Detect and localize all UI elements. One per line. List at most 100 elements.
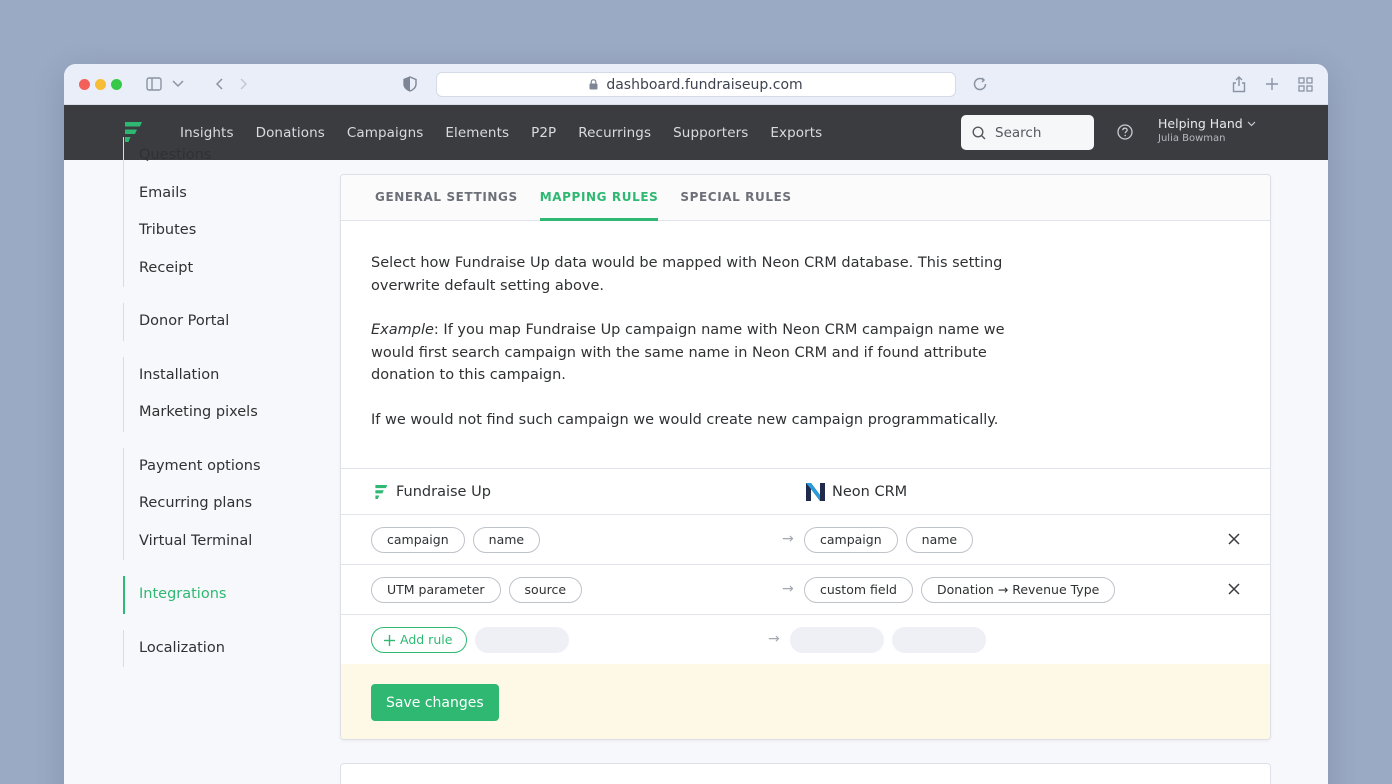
tab-mapping-rules[interactable]: MAPPING RULES [539, 175, 659, 221]
search-input[interactable] [995, 124, 1075, 141]
add-rule-row: Add rule → [341, 615, 1270, 665]
source-chip[interactable]: campaign [371, 527, 465, 553]
nav-item-exports[interactable]: Exports [770, 125, 822, 141]
search-box[interactable] [961, 115, 1094, 150]
arrow-right-icon: → [782, 581, 794, 597]
settings-sidebar: Questions Emails Tributes Receipt Donor … [123, 137, 323, 683]
search-icon [972, 125, 986, 139]
new-tab-icon[interactable] [1266, 74, 1278, 94]
sidebar-group-integrations: Integrations [123, 576, 323, 614]
nav-item-supporters[interactable]: Supporters [673, 125, 748, 141]
nav-item-recurrings[interactable]: Recurrings [578, 125, 651, 141]
empty-target-chip [892, 627, 986, 653]
fundraiseup-logo-icon [375, 484, 388, 499]
integration-settings-card: GENERAL SETTINGS MAPPING RULES SPECIAL R… [340, 174, 1271, 740]
sidebar-item-integrations[interactable]: Integrations [139, 576, 323, 614]
target-chip[interactable]: Donation → Revenue Type [920, 577, 1116, 603]
new-rule-target [790, 627, 986, 653]
source-chip[interactable]: name [472, 527, 541, 553]
arrow-right-icon: → [768, 631, 780, 647]
account-switcher[interactable]: Helping Hand Julia Bowman [1158, 116, 1256, 144]
plus-icon [384, 634, 395, 646]
add-rule-label: Add rule [400, 632, 453, 647]
source-field-chips: UTM parameter source [371, 577, 583, 603]
sidebar-group-portal: Donor Portal [123, 303, 323, 341]
account-name: Helping Hand [1158, 116, 1243, 131]
target-column-header: Neon CRM [805, 482, 907, 502]
back-icon[interactable] [215, 74, 223, 94]
source-column-header: Fundraise Up [374, 484, 491, 500]
save-bar: Save changes [341, 664, 1270, 739]
url-text: dashboard.fundraiseup.com [606, 76, 803, 93]
description-paragraph-3: If we would not find such campaign we wo… [371, 411, 999, 428]
forward-icon[interactable] [240, 74, 248, 94]
close-icon[interactable] [1228, 530, 1240, 549]
account-user: Julia Bowman [1158, 133, 1226, 144]
sidebar-item-recurring-plans[interactable]: Recurring plans [139, 485, 323, 523]
chevron-down-icon[interactable] [172, 74, 184, 94]
sidebar-group-installation: Installation Marketing pixels [123, 356, 323, 432]
sidebar-group-payments: Payment options Recurring plans Virtual … [123, 447, 323, 561]
nav-item-elements[interactable]: Elements [445, 125, 509, 141]
sidebar-item-payment-options[interactable]: Payment options [139, 448, 323, 486]
sidebar-item-donor-portal[interactable]: Donor Portal [139, 303, 323, 341]
sidebar-item-localization[interactable]: Localization [139, 630, 323, 668]
browser-window: dashboard.fundraiseup.com Insights Donat… [64, 64, 1328, 784]
reload-icon[interactable] [972, 74, 988, 94]
browser-chrome: dashboard.fundraiseup.com [64, 64, 1328, 105]
target-chip[interactable]: campaign [804, 527, 898, 553]
close-icon[interactable] [1228, 580, 1240, 599]
sidebar-group-localization: Localization [123, 629, 323, 668]
account-name-row: Helping Hand [1158, 116, 1256, 131]
arrow-right-icon: → [782, 531, 794, 547]
source-field-chips: campaign name [371, 527, 541, 553]
source-chip[interactable]: source [508, 577, 583, 603]
add-rule-button[interactable]: Add rule [371, 627, 468, 653]
empty-source-chip [475, 627, 570, 653]
sidebar-group-forms: Questions Emails Tributes Receipt [123, 137, 323, 287]
address-bar[interactable]: dashboard.fundraiseup.com [436, 72, 956, 97]
description-paragraph-2: Example: If you map Fundraise Up campaig… [371, 319, 1031, 387]
settings-tabs: GENERAL SETTINGS MAPPING RULES SPECIAL R… [341, 175, 1270, 221]
target-column-label: Neon CRM [832, 483, 908, 500]
target-chip[interactable]: name [905, 527, 974, 553]
tab-general-settings[interactable]: GENERAL SETTINGS [375, 175, 518, 221]
sidebar-item-receipt[interactable]: Receipt [139, 250, 323, 288]
sidebar-item-virtual-terminal[interactable]: Virtual Terminal [139, 523, 323, 561]
tab-special-rules[interactable]: SPECIAL RULES [680, 175, 791, 221]
source-column-label: Fundraise Up [396, 483, 491, 500]
target-field-chips: custom field Donation → Revenue Type [804, 577, 1116, 603]
sidebar-item-questions[interactable]: Questions [139, 137, 323, 175]
source-chip[interactable]: UTM parameter [371, 577, 501, 603]
sidebar-toggle-icon[interactable] [146, 74, 162, 94]
example-text: : If you map Fundraise Up campaign name … [371, 322, 1005, 383]
next-settings-card [340, 763, 1271, 784]
example-label: Example [371, 322, 434, 338]
chevron-down-icon [1247, 121, 1256, 126]
nav-item-p2p[interactable]: P2P [531, 125, 556, 141]
mapping-rule-row: campaign name → campaign name [341, 515, 1270, 565]
nav-item-campaigns[interactable]: Campaigns [347, 125, 424, 141]
shield-icon[interactable] [403, 74, 417, 94]
help-icon[interactable] [1117, 124, 1133, 144]
close-window-button[interactable] [79, 79, 90, 90]
empty-target-chip [790, 627, 884, 653]
save-changes-button[interactable]: Save changes [371, 684, 499, 721]
lock-icon [589, 79, 598, 90]
sidebar-item-emails[interactable]: Emails [139, 175, 323, 213]
maximize-window-button[interactable] [111, 79, 122, 90]
minimize-window-button[interactable] [95, 79, 106, 90]
target-field-chips: campaign name [804, 527, 974, 553]
mapping-rule-row: UTM parameter source → custom field Dona… [341, 565, 1270, 615]
sidebar-item-tributes[interactable]: Tributes [139, 212, 323, 250]
neon-crm-logo-icon [806, 482, 825, 501]
target-chip[interactable]: custom field [804, 577, 913, 603]
share-icon[interactable] [1232, 74, 1246, 94]
tab-overview-icon[interactable] [1298, 74, 1313, 94]
sidebar-item-installation[interactable]: Installation [139, 357, 323, 395]
mapping-header: Fundraise Up Neon CRM [341, 469, 1270, 515]
sidebar-item-marketing-pixels[interactable]: Marketing pixels [139, 394, 323, 432]
mapping-description: Select how Fundraise Up data would be ma… [341, 221, 1270, 469]
new-rule-source: Add rule [371, 627, 570, 653]
description-paragraph-1: Select how Fundraise Up data would be ma… [371, 255, 1003, 294]
